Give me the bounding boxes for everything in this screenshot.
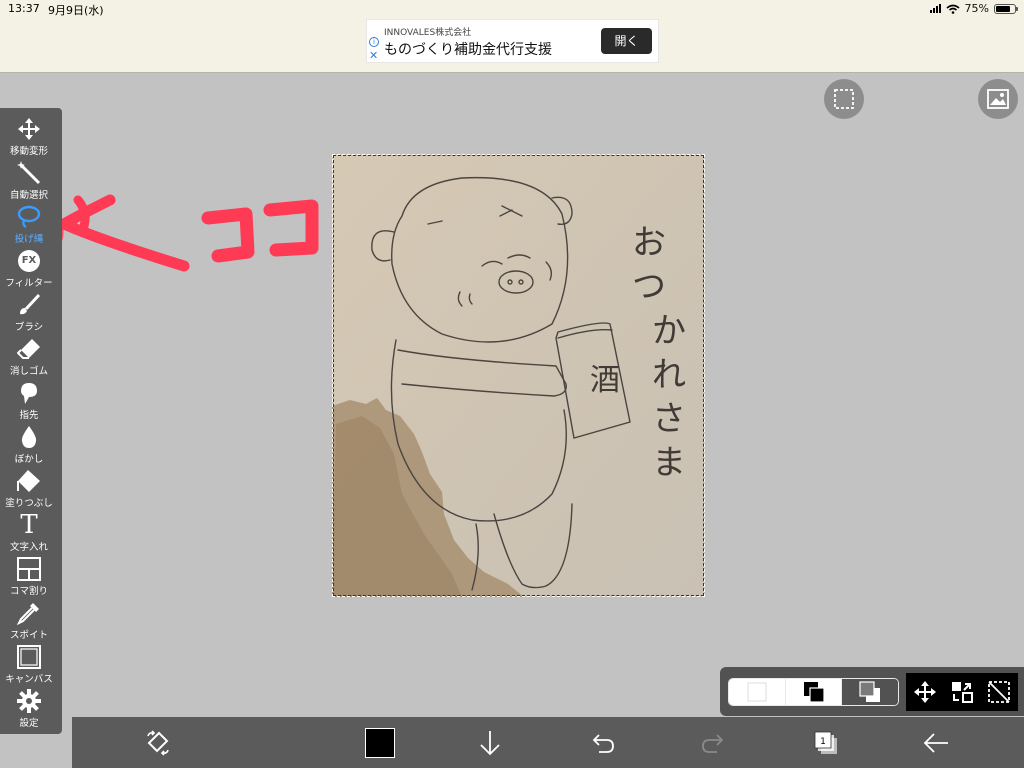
undo-button[interactable]: [584, 725, 620, 761]
tool-finger[interactable]: 指先: [0, 380, 58, 424]
top-band: 13:37 9月9日(水) 75% i ✕ INNOVALES株式会社 ものづく…: [0, 0, 1024, 73]
pig-drawing: 酒 おつかれさま: [332, 154, 705, 597]
tool-label: 塗りつぶし: [5, 498, 53, 509]
selection-mode-panel: [720, 667, 1024, 716]
drawing-canvas[interactable]: 酒 おつかれさま: [332, 154, 705, 597]
text-icon: T: [20, 510, 38, 540]
canvas-icon: [17, 645, 41, 669]
tool-eraser[interactable]: 消しゴム: [0, 336, 58, 380]
tool-label: キャンバス: [5, 674, 53, 685]
finger-smudge-icon: [21, 383, 37, 404]
transform-button[interactable]: [140, 725, 176, 761]
bottom-toolbar: 1: [72, 717, 1024, 768]
tool-label: 設定: [19, 718, 39, 729]
undo-icon: [592, 734, 614, 753]
battery-icon: [994, 3, 1018, 14]
signal-icon: [929, 4, 941, 13]
fx-icon: FX: [18, 250, 40, 272]
eyedropper-icon: [17, 603, 39, 625]
status-indicators: 75%: [929, 2, 1018, 15]
eraser-icon: [17, 339, 40, 359]
tool-canvas[interactable]: キャンバス: [0, 644, 58, 688]
tool-blur[interactable]: ぼかし: [0, 424, 58, 468]
tool-label: 移動変形: [9, 146, 48, 157]
ad-banner[interactable]: i ✕ INNOVALES株式会社 ものづくり補助金代行支援 開く: [366, 19, 659, 63]
can-label: 酒: [590, 363, 620, 398]
add-squares-icon: [803, 682, 825, 703]
selection-actions: [906, 673, 1018, 711]
tool-settings[interactable]: 設定: [0, 688, 58, 732]
tool-filter[interactable]: FX フィルター: [0, 248, 58, 292]
copy-transform-icon[interactable]: [950, 680, 974, 704]
tool-label: ぼかし: [14, 454, 44, 465]
tool-move-transform[interactable]: 移動変形: [0, 116, 58, 160]
image-icon: [987, 89, 1009, 109]
tool-label: 自動選択: [9, 190, 48, 201]
selection-mode-group: [728, 678, 899, 706]
tool-fill[interactable]: 塗りつぶし: [0, 468, 58, 512]
tool-label: 文字入れ: [9, 542, 48, 553]
lasso-icon: [17, 205, 41, 228]
transform-icon: [147, 730, 169, 756]
tool-brush[interactable]: ブラシ: [0, 292, 58, 336]
mode-new-selection[interactable]: [729, 679, 786, 705]
tool-panel-divide[interactable]: コマ割り: [0, 556, 58, 600]
select-area-button[interactable]: [824, 79, 864, 119]
battery-percent: 75%: [964, 2, 989, 15]
download-arrow-icon: [480, 731, 500, 756]
tool-lasso[interactable]: 投げ縄: [0, 204, 58, 248]
wifi-icon: [946, 4, 960, 14]
tool-text[interactable]: T 文字入れ: [0, 512, 58, 556]
info-icon[interactable]: i: [369, 37, 379, 47]
dashed-square-icon: [834, 89, 854, 109]
color-swatch: [365, 728, 395, 758]
move-arrows-icon[interactable]: [913, 680, 937, 704]
gear-icon: [17, 689, 41, 713]
brush-icon: [20, 293, 41, 315]
tool-magic-wand[interactable]: 自動選択: [0, 160, 58, 204]
white-square-icon: [747, 682, 767, 702]
tool-label: 投げ縄: [14, 234, 44, 245]
layers-button[interactable]: 1: [808, 725, 844, 761]
tool-label: フィルター: [5, 278, 53, 289]
status-time: 13:37: [8, 2, 40, 15]
redo-button[interactable]: [696, 725, 732, 761]
close-x-icon[interactable]: ✕: [369, 50, 378, 61]
subtract-squares-icon: [859, 681, 881, 702]
back-button[interactable]: [918, 725, 954, 761]
redo-icon: [702, 734, 724, 753]
image-import-button[interactable]: [978, 79, 1018, 119]
move-arrows-icon: [18, 118, 40, 140]
ad-open-button[interactable]: 開く: [601, 28, 652, 54]
layer-count: 1: [820, 737, 826, 747]
layers-icon: 1: [814, 731, 837, 754]
tool-label: スポイト: [9, 630, 48, 641]
ad-headline: ものづくり補助金代行支援: [384, 42, 552, 58]
blur-drop-icon: [21, 426, 37, 448]
back-arrow-icon: [923, 733, 948, 753]
panel-divide-icon: [17, 557, 41, 581]
bucket-fill-icon: [17, 470, 40, 492]
ad-company: INNOVALES株式会社: [384, 28, 472, 38]
clear-selection-icon[interactable]: [987, 680, 1011, 704]
mode-subtract-selection[interactable]: [842, 679, 898, 705]
tool-label: 指先: [19, 410, 39, 421]
tool-label: 消しゴム: [9, 366, 48, 377]
color-swatch-button[interactable]: [362, 725, 398, 761]
tool-panel: 移動変形 自動選択 投げ縄 FX フィルター ブラシ 消しゴム 指先 ぼかし 塗…: [0, 108, 62, 734]
tool-eyedropper[interactable]: スポイト: [0, 600, 58, 644]
mode-add-selection[interactable]: [785, 679, 843, 705]
magic-wand-icon: [17, 161, 41, 185]
status-date: 9月9日(水): [48, 4, 104, 17]
tool-label: コマ割り: [9, 586, 48, 597]
save-download-button[interactable]: [472, 725, 508, 761]
tool-label: ブラシ: [14, 322, 44, 333]
